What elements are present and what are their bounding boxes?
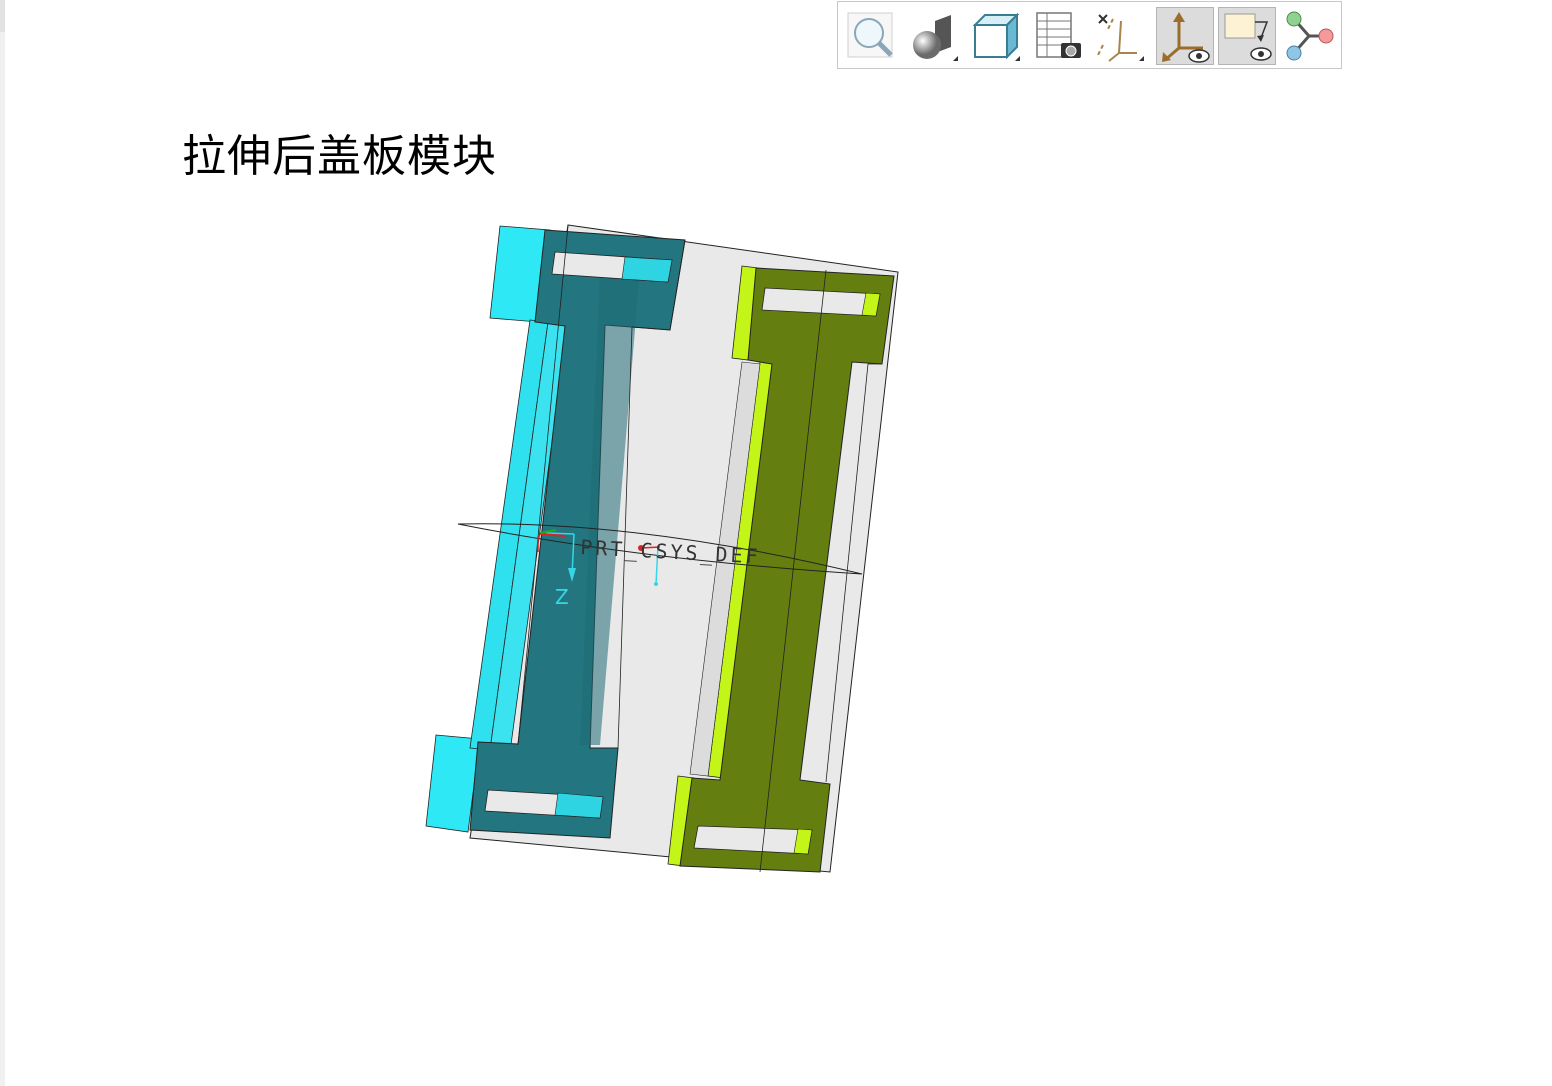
view-toolbar <box>837 1 1342 69</box>
window-left-edge <box>0 0 5 1086</box>
display-style-icon <box>913 15 958 61</box>
annotation-display-icon <box>1224 13 1272 61</box>
z-axis-label: Z <box>555 585 569 609</box>
display-style-button[interactable] <box>905 7 963 65</box>
view-manager-icon <box>1036 12 1081 58</box>
zoom-icon <box>847 12 893 58</box>
spin-center-button[interactable] <box>1280 7 1338 65</box>
window-edge-nub <box>0 0 5 32</box>
zoom-button[interactable] <box>843 7 901 65</box>
model-viewport[interactable]: PRT_CSYS_DEF Z <box>400 210 920 890</box>
datum-display-icon <box>1096 14 1144 62</box>
saved-views-button[interactable] <box>967 7 1025 65</box>
datum-display-button[interactable] <box>1091 7 1149 65</box>
saved-views-icon <box>972 12 1020 61</box>
spin-center-icon <box>1286 11 1334 61</box>
page-title: 拉伸后盖板模块 <box>182 131 497 182</box>
annotation-display-button[interactable] <box>1218 7 1276 65</box>
csys-display-icon <box>1162 12 1210 63</box>
csys-display-button[interactable] <box>1156 7 1214 65</box>
view-manager-button[interactable] <box>1029 7 1087 65</box>
